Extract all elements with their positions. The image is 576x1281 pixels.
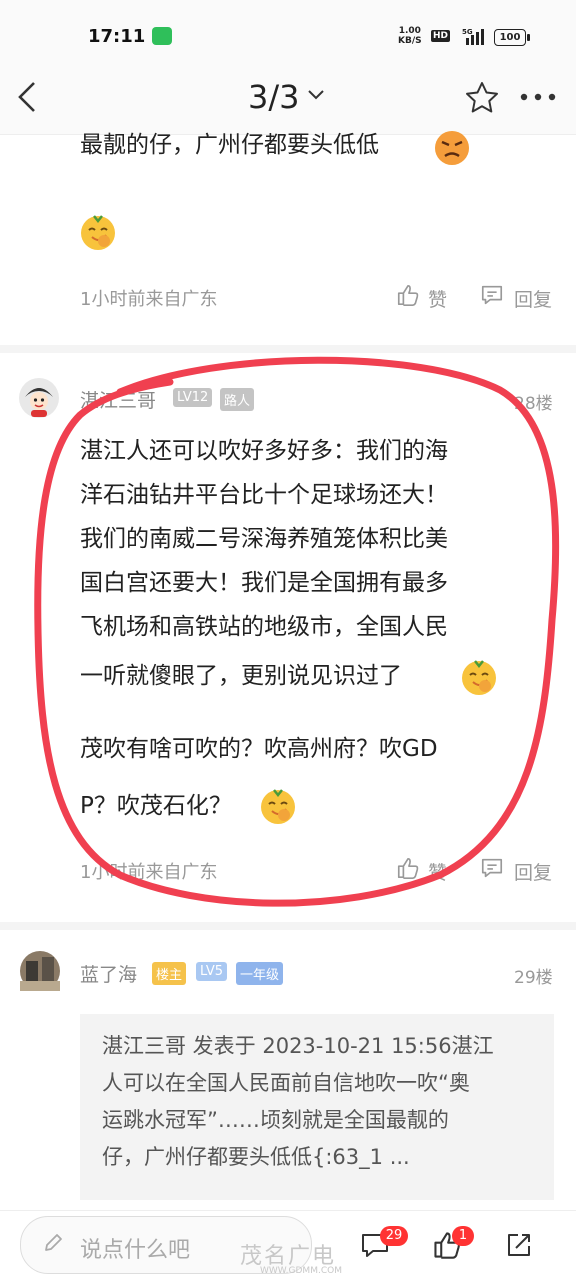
quote-line: 运跳水冠军”……顷刻就是全国最靓的	[102, 1108, 449, 1132]
quote-text: 湛江三哥 发表于 2023-10-21 15:56湛江 人可以在全国人民面前自信…	[102, 1028, 534, 1176]
message-app-icon	[152, 27, 172, 45]
comment-input-placeholder[interactable]: 说点什么吧	[80, 1232, 190, 1264]
host-badge: 楼主	[152, 962, 187, 985]
comment-text-line: 湛江人还可以吹好多好多：我们的海	[80, 438, 448, 464]
comment-divider	[0, 922, 576, 930]
quote-line: 仔，广州仔都要头低低{:63_1 ...	[102, 1145, 410, 1169]
quote-line: 湛江三哥 发表于 2023-10-21 15:56湛江	[102, 1034, 494, 1058]
comment-text-line: 最靓的仔，广州仔都要头低低	[80, 132, 379, 158]
level-badge: LV5	[196, 962, 227, 981]
comment-text-line: 洋石油钻井平台比十个足球场还大！	[80, 482, 448, 508]
reply-button[interactable]: 回复	[514, 858, 552, 885]
pen-icon	[45, 1234, 62, 1251]
reply-icon[interactable]	[480, 283, 504, 307]
like-count-badge: 1	[452, 1226, 474, 1246]
username[interactable]: 湛江三哥	[80, 386, 156, 413]
chevron-down-icon[interactable]	[306, 88, 326, 102]
comment-text-line: 国白宫还要大！我们是全国拥有最多	[80, 570, 448, 596]
emoji-face-icon	[78, 212, 118, 252]
emoji-face-icon	[459, 657, 499, 697]
comment-meta: 1小时前来自广东	[80, 862, 218, 883]
reply-button[interactable]: 回复	[514, 285, 552, 312]
comment-text-line: 茂吹有啥可吹的？吹高州府？吹GD	[80, 736, 438, 762]
back-arrow-icon[interactable]	[14, 80, 44, 114]
grade-badge: 一年级	[236, 962, 284, 985]
quote-line: 人可以在全国人民面前自信地吹一吹“奥	[102, 1071, 470, 1095]
like-button[interactable]: 赞	[428, 858, 447, 885]
battery-indicator: 100	[494, 29, 530, 46]
comment-count-badge: 29	[380, 1226, 408, 1246]
thumbs-up-icon[interactable]	[396, 856, 420, 880]
comment-text-line: P？吹茂石化？	[80, 793, 232, 819]
status-time: 17:11	[88, 26, 146, 47]
avatar[interactable]	[18, 377, 60, 419]
floor-number: 29楼	[514, 968, 553, 988]
angry-face-icon	[435, 131, 469, 165]
network-speed-unit: KB/S	[398, 36, 422, 46]
status-bar	[0, 0, 576, 64]
more-icon[interactable]	[518, 92, 558, 102]
floor-number: 28楼	[514, 394, 553, 414]
network-speed: 1.00 KB/S	[398, 26, 422, 46]
network-type: 5G	[462, 28, 473, 36]
comment-text-line: 飞机场和高铁站的地级市，全国人民	[80, 614, 448, 640]
like-button[interactable]: 赞	[428, 285, 447, 312]
comment-text-line: 我们的南威二号深海养殖笼体积比美	[80, 526, 448, 552]
page-indicator[interactable]: 3/3	[248, 78, 300, 116]
watermark-url: WWW.GDMM.COM	[260, 1266, 342, 1276]
star-icon[interactable]	[464, 80, 500, 114]
title-badge: 路人	[220, 388, 255, 411]
share-icon[interactable]	[504, 1230, 534, 1260]
comment-divider	[0, 345, 576, 353]
emoji-face-icon	[258, 786, 298, 826]
thumbs-up-icon[interactable]	[396, 283, 420, 307]
username[interactable]: 蓝了海	[80, 960, 137, 987]
hd-indicator: HD	[431, 30, 451, 42]
comment-text-line: 一听就傻眼了，更别说见识过了	[80, 663, 402, 689]
signal-icon: 5G	[462, 28, 484, 45]
network-speed-value: 1.00	[398, 26, 421, 36]
comment-meta: 1小时前来自广东	[80, 289, 218, 310]
level-badge: LV12	[173, 388, 213, 407]
avatar[interactable]	[20, 951, 60, 991]
reply-icon[interactable]	[480, 856, 504, 880]
